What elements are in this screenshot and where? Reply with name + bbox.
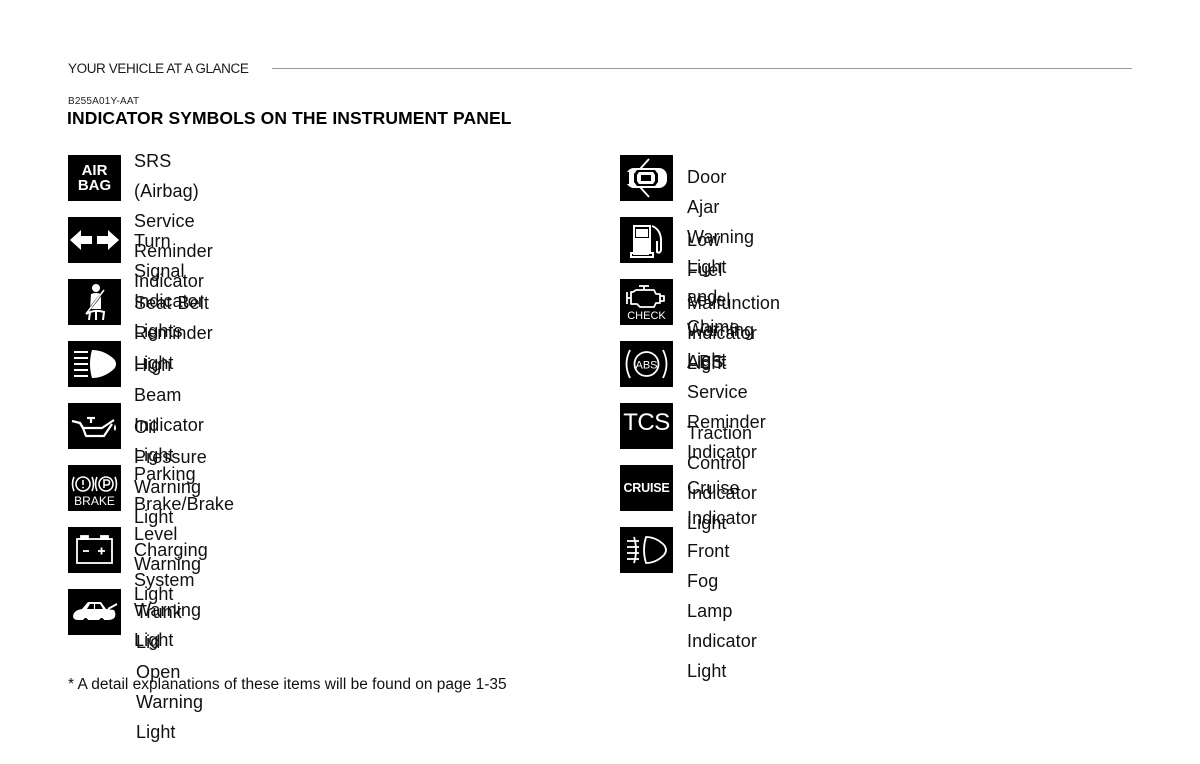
section-title: YOUR VEHICLE AT A GLANCE [68, 61, 249, 76]
footnote: * A detail explanations of these items w… [68, 676, 507, 693]
airbag-icon-text-air: AIR [81, 162, 108, 179]
tcs-icon: TCS [620, 403, 673, 449]
brake-icon-text: BRAKE [74, 493, 115, 508]
trunk-open-car-icon [68, 589, 121, 635]
battery-icon [68, 527, 121, 573]
abs-icon-text: ABS [635, 360, 657, 372]
door-ajar-car-icon [620, 155, 673, 201]
turn-signal-arrows-icon [68, 217, 121, 263]
page-title: INDICATOR SYMBOLS ON THE INSTRUMENT PANE… [67, 108, 512, 128]
oil-can-icon [68, 403, 121, 449]
airbag-icon-text-bag: BAG [77, 177, 112, 194]
tcs-icon-text: TCS [623, 409, 670, 436]
fuel-pump-icon [620, 217, 673, 263]
cruise-icon: CRUISE [620, 465, 673, 511]
high-beam-icon [68, 341, 121, 387]
page-header: YOUR VEHICLE AT A GLANCE [68, 61, 1132, 77]
label-line: Cruise Indicator [687, 478, 757, 528]
front-fog-lamp-icon [620, 527, 673, 573]
check-icon-text: CHECK [627, 310, 666, 322]
cruise-icon-text: CRUISE [623, 480, 670, 495]
indicator-label: Front Fog Lamp Indicator Light [687, 536, 757, 686]
indicator-label: Trunk Lid Open Warning Light [136, 597, 203, 747]
label-line: Front Fog Lamp Indicator Light [687, 541, 757, 681]
header-rule [272, 68, 1132, 69]
indicator-label: Cruise Indicator [687, 473, 757, 533]
seat-belt-icon [68, 279, 121, 325]
label-line: Trunk Lid Open Warning Light [136, 602, 204, 742]
abs-icon: ABS [620, 341, 673, 387]
check-engine-icon: CHECK [620, 279, 673, 325]
brake-icon: BRAKE [68, 465, 121, 511]
airbag-icon: AIR BAG [68, 155, 121, 201]
document-code: B255A01Y-AAT [68, 96, 140, 107]
